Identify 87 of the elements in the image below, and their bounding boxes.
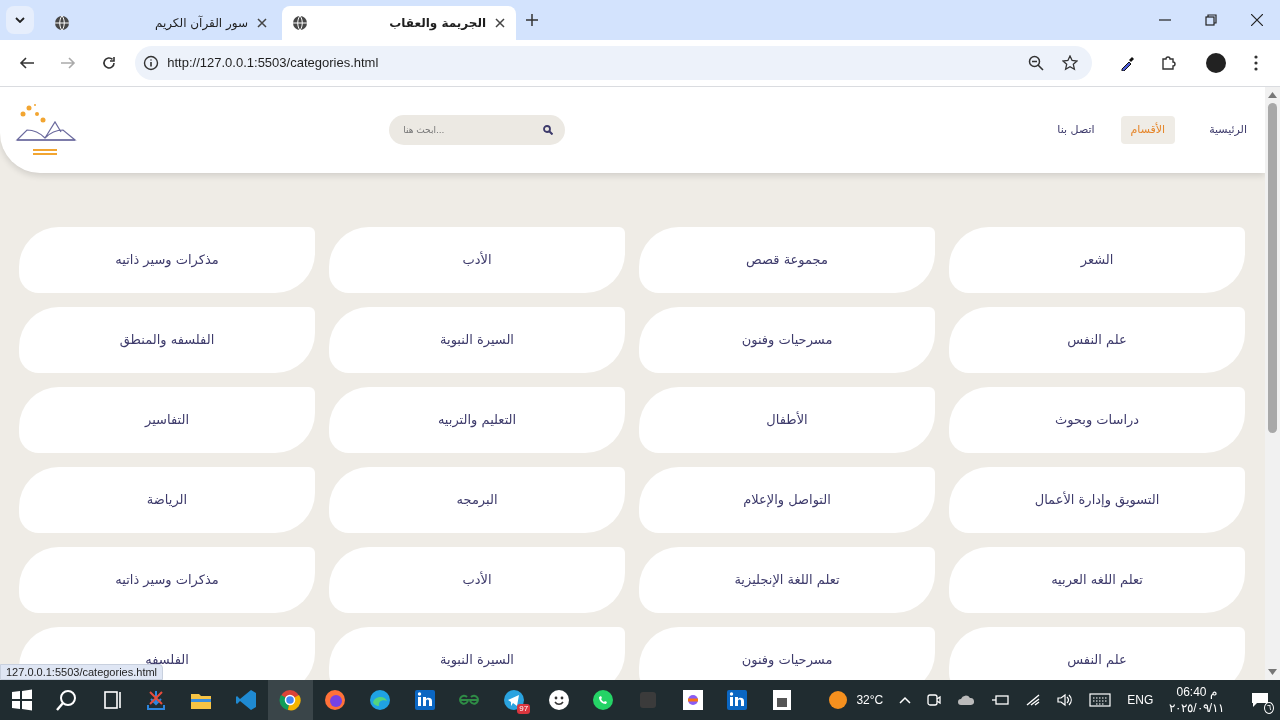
category-card[interactable]: مسرحيات وفنون [639,627,935,680]
restore-icon [1205,14,1217,26]
category-card[interactable]: الفلسفه والمنطق [19,307,315,373]
search-icon[interactable] [543,125,554,135]
category-card[interactable]: الأطفال [639,387,935,453]
chat-bubble-icon [592,689,615,711]
category-card[interactable]: مذكرات وسير ذاتيه [19,227,315,293]
fox-browser-icon [324,689,347,711]
wifi-icon[interactable] [1025,693,1042,707]
avatar-icon [1206,53,1226,73]
search-field[interactable]: ...ابحث هنا [389,115,566,145]
category-card[interactable]: تعلم اللغة الإنجليزية [639,547,935,613]
category-card[interactable]: الشعر [949,227,1245,293]
browser-tab[interactable]: سور القرآن الكريم [44,6,278,40]
cloud-icon[interactable] [957,693,976,707]
category-card[interactable]: مسرحيات وفنون [639,307,935,373]
battery-icon[interactable] [991,694,1010,706]
category-card[interactable]: الأدب [329,227,625,293]
more-icon [1254,55,1258,71]
nav-link[interactable]: الرئيسية [1199,115,1257,145]
category-card[interactable]: تعلم اللغه العربيه [949,547,1245,613]
taskbar-app[interactable]: 97 [491,680,537,720]
category-card[interactable]: التسويق وإدارة الأعمال [949,467,1245,533]
book-logo-drawing [15,102,77,158]
category-card[interactable]: دراسات وبحوث [949,387,1245,453]
puzzle-icon [1160,55,1176,71]
scroll-down-icon [1268,669,1277,675]
clock-date: ٢٠٢٥/٠٩/١١ [1169,700,1224,716]
clock-time: م 06:40 [1176,684,1217,700]
close-icon [1251,14,1263,26]
category-card[interactable]: الأدب [329,547,625,613]
category-card[interactable]: علم النفس [949,627,1245,680]
nav-link[interactable]: اتصل بنا [1047,115,1105,145]
colorful-square-icon [681,689,704,711]
category-card[interactable]: التفاسير [19,387,315,453]
status-url: 127.0.0.1:5503/categories.html [0,664,164,680]
search-icon [56,689,79,711]
eyedropper-icon [1120,55,1136,71]
chat-icon [1251,692,1269,708]
info-icon [143,55,160,71]
weather-temperature[interactable]: 32°C [856,691,884,709]
in-logo-icon [413,689,436,711]
language-indicator[interactable]: ENG [1127,691,1154,709]
globe-icon [54,15,70,31]
close-icon [256,17,268,29]
notification-badge: 97 [517,704,531,714]
category-card[interactable]: السيرة النبوية [329,307,625,373]
code-editor-icon [234,689,257,711]
star-icon[interactable] [1062,55,1078,71]
plus-icon [526,14,538,26]
category-card[interactable]: مجموعة قصص [639,227,935,293]
tab-list-button[interactable] [6,6,34,34]
category-card[interactable]: الرياضة [19,467,315,533]
notification-count: ٦ [1264,702,1274,714]
wave-browser-icon [368,689,391,711]
close-icon [494,17,506,29]
smiley-icon [547,689,570,711]
browser-icon [279,689,302,711]
arrow-left-icon [18,55,35,71]
speaker-icon[interactable] [1057,693,1074,707]
chevron-up-icon[interactable] [899,696,912,704]
close-tab-button[interactable] [256,17,268,29]
windows-logo-icon [11,689,34,711]
keyboard-icon[interactable] [1089,693,1112,707]
reload-icon [100,55,117,71]
document-icon [771,689,794,711]
scrollbar[interactable] [1265,87,1280,680]
category-card[interactable]: التواصل والإعلام [639,467,935,533]
notification-button[interactable]: ٦ [1240,680,1280,720]
caret-icon [15,17,25,23]
globe-icon [292,15,308,31]
category-card[interactable]: التعليم والتربيه [329,387,625,453]
scroll-up-icon [1268,92,1277,98]
arrow-right-icon [59,55,76,71]
download-icon [145,689,168,711]
scrollbar-thumb[interactable] [1268,103,1277,433]
browser-tab[interactable]: الجريمة والعقاب [282,6,516,40]
sun-icon [828,690,849,710]
category-card[interactable]: البرمجه [329,467,625,533]
category-card[interactable]: مذكرات وسير ذاتيه [19,547,315,613]
zoom-out-icon [1028,55,1044,71]
close-tab-button[interactable] [494,17,506,29]
camera-icon[interactable] [927,692,942,708]
in-logo-icon [726,689,749,711]
category-card[interactable]: علم النفس [949,307,1245,373]
category-card[interactable]: السيرة النبوية [329,627,625,680]
address-bar[interactable]: http://127.0.0.1:5503/categories.html [135,46,1092,80]
